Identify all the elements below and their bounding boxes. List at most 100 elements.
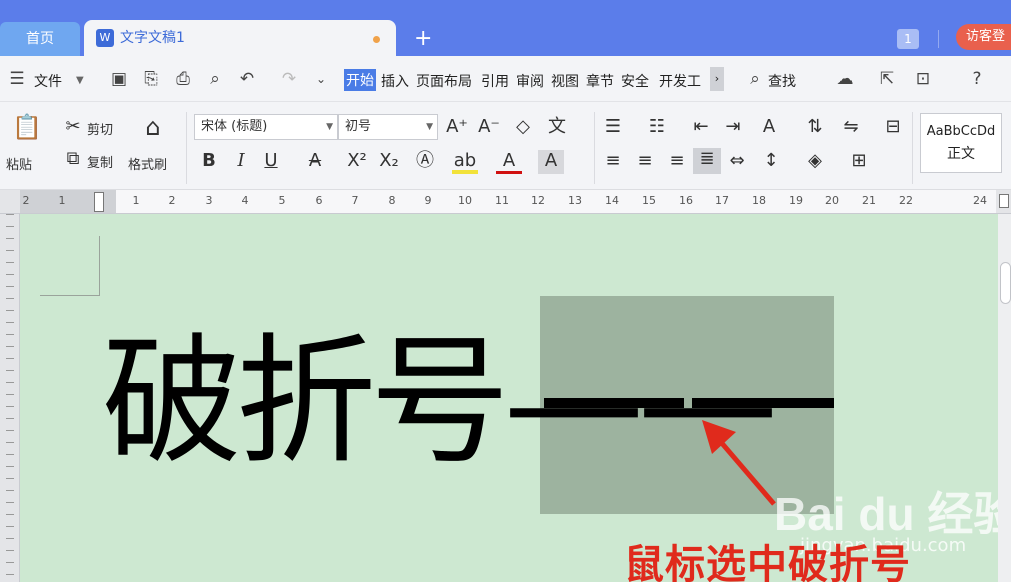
shrink-font-icon[interactable]: A⁻ (476, 116, 502, 140)
cut-button[interactable]: 剪切 (87, 119, 113, 138)
share-icon[interactable]: ⇱ (876, 68, 898, 90)
margin-corner-mark (40, 236, 100, 296)
indent-marker-icon[interactable] (94, 192, 104, 212)
menu-bar: ☰ 文件 ▼ ▣ ⎘ ⎙ ⌕ ↶ ↷ ⌄ 开始 插入 页面布局 引用 审阅 视图… (0, 56, 1011, 102)
clear-format-icon[interactable]: ◇ (510, 116, 536, 140)
scrollbar-thumb[interactable] (1000, 262, 1011, 304)
window-count-badge[interactable]: 1 (897, 29, 919, 49)
tab-home[interactable]: 首页 (0, 22, 80, 56)
ruler-number: 7 (351, 194, 359, 207)
ruler-number: 12 (531, 194, 545, 207)
superscript-icon[interactable]: X² (344, 150, 370, 174)
format-painter-button[interactable]: 格式刷 (128, 154, 167, 173)
font-name-value: 宋体 (标题) (201, 119, 268, 134)
ruler-toggle-icon[interactable] (999, 194, 1009, 208)
undo-icon[interactable]: ↶ (236, 68, 258, 90)
menu-insert[interactable]: 插入 (381, 71, 409, 91)
align-right-icon[interactable]: ≡ (664, 150, 690, 174)
ruler-number: 6 (315, 194, 323, 207)
align-justify-icon[interactable]: ≣ (693, 148, 721, 174)
paragraph-shading-icon[interactable]: ◈ (802, 150, 828, 174)
new-tab-button[interactable]: + (414, 24, 432, 54)
subscript-icon[interactable]: X₂ (376, 150, 402, 174)
show-marks-icon[interactable]: ⇋ (838, 116, 864, 140)
scroll-menu-right-icon[interactable]: › (710, 67, 724, 91)
ruler-number: 9 (424, 194, 432, 207)
menu-file[interactable]: 文件 (34, 71, 62, 91)
chevron-down-icon: ▼ (326, 122, 333, 132)
search-icon[interactable]: ⌕ (744, 68, 766, 90)
menu-developer[interactable]: 开发工 (659, 71, 701, 91)
menu-page-layout[interactable]: 页面布局 (416, 71, 472, 91)
phonetic-guide-icon[interactable]: 文 (544, 116, 570, 140)
underline-button[interactable]: U (258, 150, 284, 174)
highlight-icon[interactable]: ab (452, 150, 478, 174)
char-shading-icon[interactable]: A (538, 150, 564, 174)
menu-security[interactable]: 安全 (621, 71, 649, 91)
bullet-list-icon[interactable]: ☰ (600, 116, 626, 140)
scissors-icon[interactable]: ✂ (60, 116, 86, 140)
tab-document[interactable]: W 文字文稿1 (84, 20, 396, 56)
increase-indent-icon[interactable]: ⇥ (720, 116, 746, 140)
border-icon[interactable]: ⊞ (846, 150, 872, 174)
table-border-icon[interactable]: ⊟ (880, 116, 906, 140)
menu-review[interactable]: 审阅 (516, 71, 544, 91)
align-center-icon[interactable]: ≡ (632, 150, 658, 174)
ruler-number: 8 (388, 194, 396, 207)
print-icon[interactable]: ⎙ (172, 68, 194, 90)
grow-font-icon[interactable]: A⁺ (444, 116, 470, 140)
line-spacing-icon[interactable]: ↕ (758, 150, 784, 174)
cloud-icon[interactable]: ☁ (834, 68, 856, 90)
style-label: 正文 (947, 146, 975, 162)
ruler-number: 5 (278, 194, 286, 207)
ruler-number: 13 (568, 194, 582, 207)
format-painter-icon[interactable]: ⌂ (140, 115, 166, 140)
font-name-select[interactable]: 宋体 (标题) ▼ (194, 114, 338, 140)
ruler-number: 2 (22, 194, 30, 207)
copy-button[interactable]: 复制 (87, 152, 113, 171)
text-effect-icon[interactable]: Ⓐ (412, 150, 438, 174)
search-label[interactable]: 查找 (768, 71, 796, 91)
vertical-ruler[interactable] (0, 214, 20, 582)
redo-icon[interactable]: ↷ (278, 68, 300, 90)
hamburger-menu-icon[interactable]: ☰ (6, 68, 28, 90)
style-normal[interactable]: AaBbCcDd 正文 (920, 113, 1002, 173)
menu-home[interactable]: 开始 (344, 69, 376, 91)
guest-login-button[interactable]: 访客登 (956, 24, 1011, 50)
ruler-number: 1 (132, 194, 140, 207)
horizontal-ruler[interactable]: 2 1 1 2 3 4 5 6 7 8 9 10 11 12 13 14 15 16 17 18 19 20 21 22 24 (0, 190, 1011, 214)
bold-button[interactable]: B (196, 150, 222, 174)
ruler-number: 19 (789, 194, 803, 207)
text-direction-icon[interactable]: A (756, 116, 782, 140)
menu-references[interactable]: 引用 (481, 71, 509, 91)
annotation-caption: 鼠标选中破折号 (624, 542, 911, 582)
font-size-select[interactable]: 初号 ▼ (338, 114, 438, 140)
ruler-number: 21 (862, 194, 876, 207)
print-preview-icon[interactable]: ⌕ (204, 68, 226, 90)
ruler-number: 22 (899, 194, 913, 207)
export-icon[interactable]: ⎘ (140, 68, 162, 90)
customize-toolbar-icon[interactable]: ⌄ (310, 68, 332, 90)
save-icon[interactable]: ▣ (108, 68, 130, 90)
align-left-icon[interactable]: ≡ (600, 150, 626, 174)
strikethrough-icon[interactable]: A (302, 150, 328, 174)
sort-icon[interactable]: ⇅ (802, 116, 828, 140)
ruler-number: 14 (605, 194, 619, 207)
chevron-down-icon[interactable]: ▼ (76, 75, 84, 86)
paste-button[interactable]: 粘贴 (6, 154, 32, 173)
font-color-icon[interactable]: A (496, 150, 522, 174)
help-icon[interactable]: ? (966, 68, 988, 90)
copy-icon[interactable]: ⧉ (60, 148, 86, 172)
menu-section[interactable]: 章节 (586, 71, 614, 91)
paste-icon[interactable]: 📋 (12, 115, 42, 140)
style-preview: AaBbCcDd (926, 124, 996, 139)
ruler-number: 17 (715, 194, 729, 207)
numbered-list-icon[interactable]: ☷ (644, 116, 670, 140)
decrease-indent-icon[interactable]: ⇤ (688, 116, 714, 140)
italic-button[interactable]: I (228, 150, 254, 174)
more-tools-icon[interactable]: ⊡ (912, 68, 934, 90)
ruler-ticks (6, 214, 14, 582)
distribute-icon[interactable]: ⇔ (724, 150, 750, 174)
ruler-number: 10 (458, 194, 472, 207)
menu-view[interactable]: 视图 (551, 71, 579, 91)
